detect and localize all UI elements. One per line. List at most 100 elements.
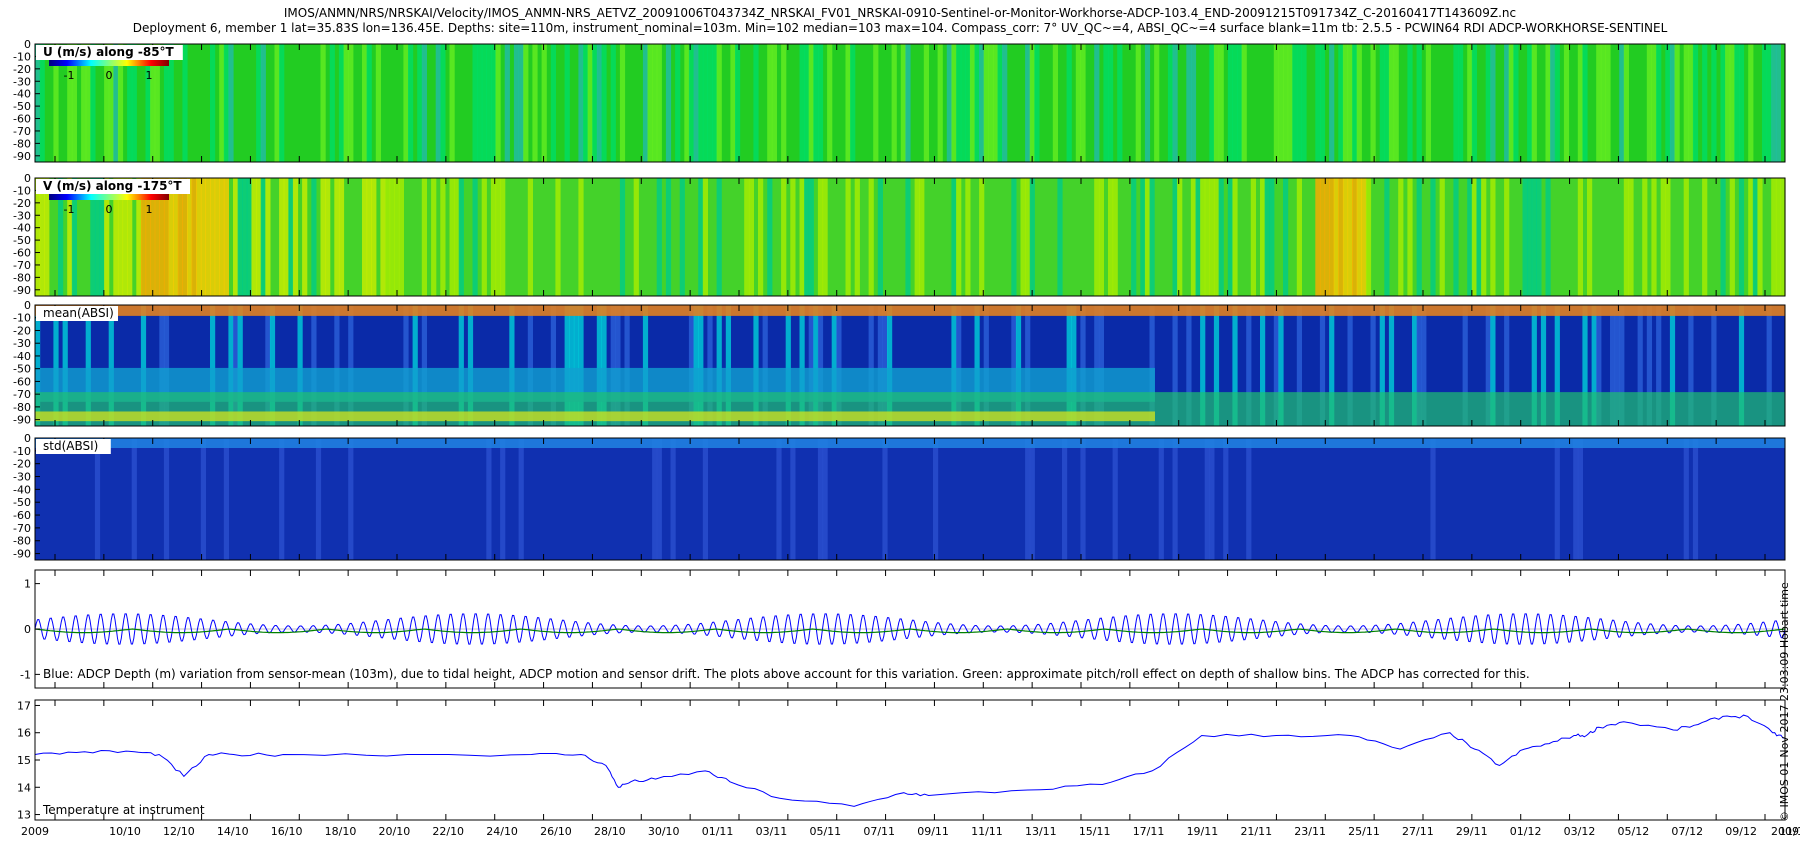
x-tick-label: 18/10	[325, 825, 357, 838]
heatmap-cell	[196, 178, 202, 296]
heatmap-cell	[1094, 44, 1100, 162]
x-tick-label: 15/11	[1079, 825, 1111, 838]
x-tick-label: 05/11	[809, 825, 841, 838]
panel-title: std(ABSI)	[43, 439, 98, 453]
heatmap-cell	[1702, 178, 1708, 296]
heatmap-cell	[1283, 178, 1289, 296]
heatmap-cell	[1522, 178, 1528, 296]
heatmap-cell	[1623, 44, 1629, 162]
y-tick-label: 0	[24, 172, 31, 185]
heatmap-cell	[1108, 44, 1114, 162]
heatmap-cell	[1149, 178, 1155, 296]
heatmap-cell	[1112, 438, 1118, 560]
heatmap-cell	[1379, 44, 1385, 162]
y-tick-label: -1	[20, 668, 31, 681]
heatmap-cell	[1554, 438, 1560, 560]
heatmap-cell	[587, 44, 593, 162]
heatmap-cell	[1052, 44, 1058, 162]
heatmap-cell	[1485, 44, 1491, 162]
heatmap-cell	[1527, 44, 1533, 162]
x-tick-label: 07/12	[1671, 825, 1703, 838]
heatmap-cell	[1172, 44, 1178, 162]
y-tick-label: 1	[24, 578, 31, 591]
heatmap-cell	[1062, 438, 1068, 560]
heatmap-cell	[1481, 178, 1487, 296]
y-tick-label: -80	[13, 401, 31, 414]
y-tick-label: -50	[13, 234, 31, 247]
y-tick-label: -20	[13, 63, 31, 76]
heatmap-cell	[679, 178, 685, 296]
y-tick-label: 0	[24, 432, 31, 445]
heatmap-cell	[813, 44, 819, 162]
heatmap-cell	[504, 44, 510, 162]
y-tick-label: -70	[13, 125, 31, 138]
heatmap-cell	[1108, 178, 1114, 296]
heatmap-cell	[1057, 178, 1063, 296]
heatmap-cell	[1296, 44, 1302, 162]
heatmap-cell	[200, 178, 206, 296]
heatmap-cell	[1587, 178, 1593, 296]
heatmap-cell	[1200, 178, 1206, 296]
heatmap-cell	[730, 44, 736, 162]
heatmap-cell	[1393, 44, 1399, 162]
heatmap-cell	[997, 44, 1003, 162]
heatmap-cell	[421, 178, 427, 296]
heatmap-cell	[822, 438, 828, 560]
x-tick-label: 16/10	[271, 825, 303, 838]
heatmap-cell	[1550, 44, 1556, 162]
heatmap-cell	[490, 44, 497, 162]
heatmap-cell	[827, 44, 833, 162]
temperature-annotation: Temperature at instrument	[42, 803, 205, 817]
heatmap-cell	[1075, 44, 1081, 162]
heatmap-cell	[873, 44, 879, 162]
heatmap-cell	[1775, 178, 1781, 296]
heatmap-cell	[1273, 44, 1279, 162]
heatmap-cell	[1112, 178, 1118, 296]
heatmap-cell	[1029, 44, 1035, 162]
heatmap-cell	[1619, 44, 1625, 162]
x-tick-label: 09/12	[1725, 825, 1757, 838]
y-tick-label: -30	[13, 75, 31, 88]
heatmap-cell	[923, 44, 929, 162]
y-tick-label: -50	[13, 100, 31, 113]
heatmap-cell	[1167, 44, 1174, 162]
heatmap-cell	[279, 178, 285, 296]
heatmap-cell	[1020, 178, 1026, 296]
heatmap-cell	[1002, 44, 1008, 162]
heatmap-cell	[1158, 438, 1164, 560]
heatmap-cell	[790, 438, 796, 560]
y-tick-label: -40	[13, 222, 31, 235]
x-tick-label: 01/11	[702, 825, 734, 838]
heatmap-cell	[163, 438, 170, 560]
y-tick-label: -10	[13, 312, 31, 325]
heatmap-cell	[771, 44, 777, 162]
heatmap-cell	[274, 44, 280, 162]
heatmap-cell	[891, 44, 897, 162]
heatmap-cell	[905, 44, 911, 162]
heatmap-cell	[1471, 44, 1477, 162]
heatmap-cell	[1711, 44, 1717, 162]
heatmap-cell	[205, 178, 211, 296]
heatmap-cell	[39, 178, 45, 296]
colorbar	[49, 60, 169, 66]
heatmap-cell	[817, 438, 824, 560]
x-tick-label: 17/11	[1133, 825, 1165, 838]
y-tick-label: 17	[17, 699, 31, 712]
heatmap-cell	[449, 178, 455, 296]
heatmap-cell	[131, 438, 137, 560]
y-tick-label: 14	[17, 781, 31, 794]
heatmap-cell	[260, 178, 266, 296]
heatmap-cell	[1430, 438, 1436, 560]
heatmap-cell	[758, 178, 764, 296]
heatmap-cell	[486, 44, 492, 162]
x-tick-label: 28/10	[594, 825, 626, 838]
y-tick-label: -20	[13, 324, 31, 337]
heatmap-cell	[951, 178, 957, 296]
heatmap-cell	[389, 178, 395, 296]
heatmap-cell	[1729, 44, 1735, 162]
heatmap-cell	[619, 44, 626, 162]
heatmap-cell	[472, 178, 478, 296]
heatmap-cell	[481, 178, 487, 296]
heatmap-cell	[1195, 178, 1201, 296]
heatmap-cell	[1315, 44, 1321, 162]
